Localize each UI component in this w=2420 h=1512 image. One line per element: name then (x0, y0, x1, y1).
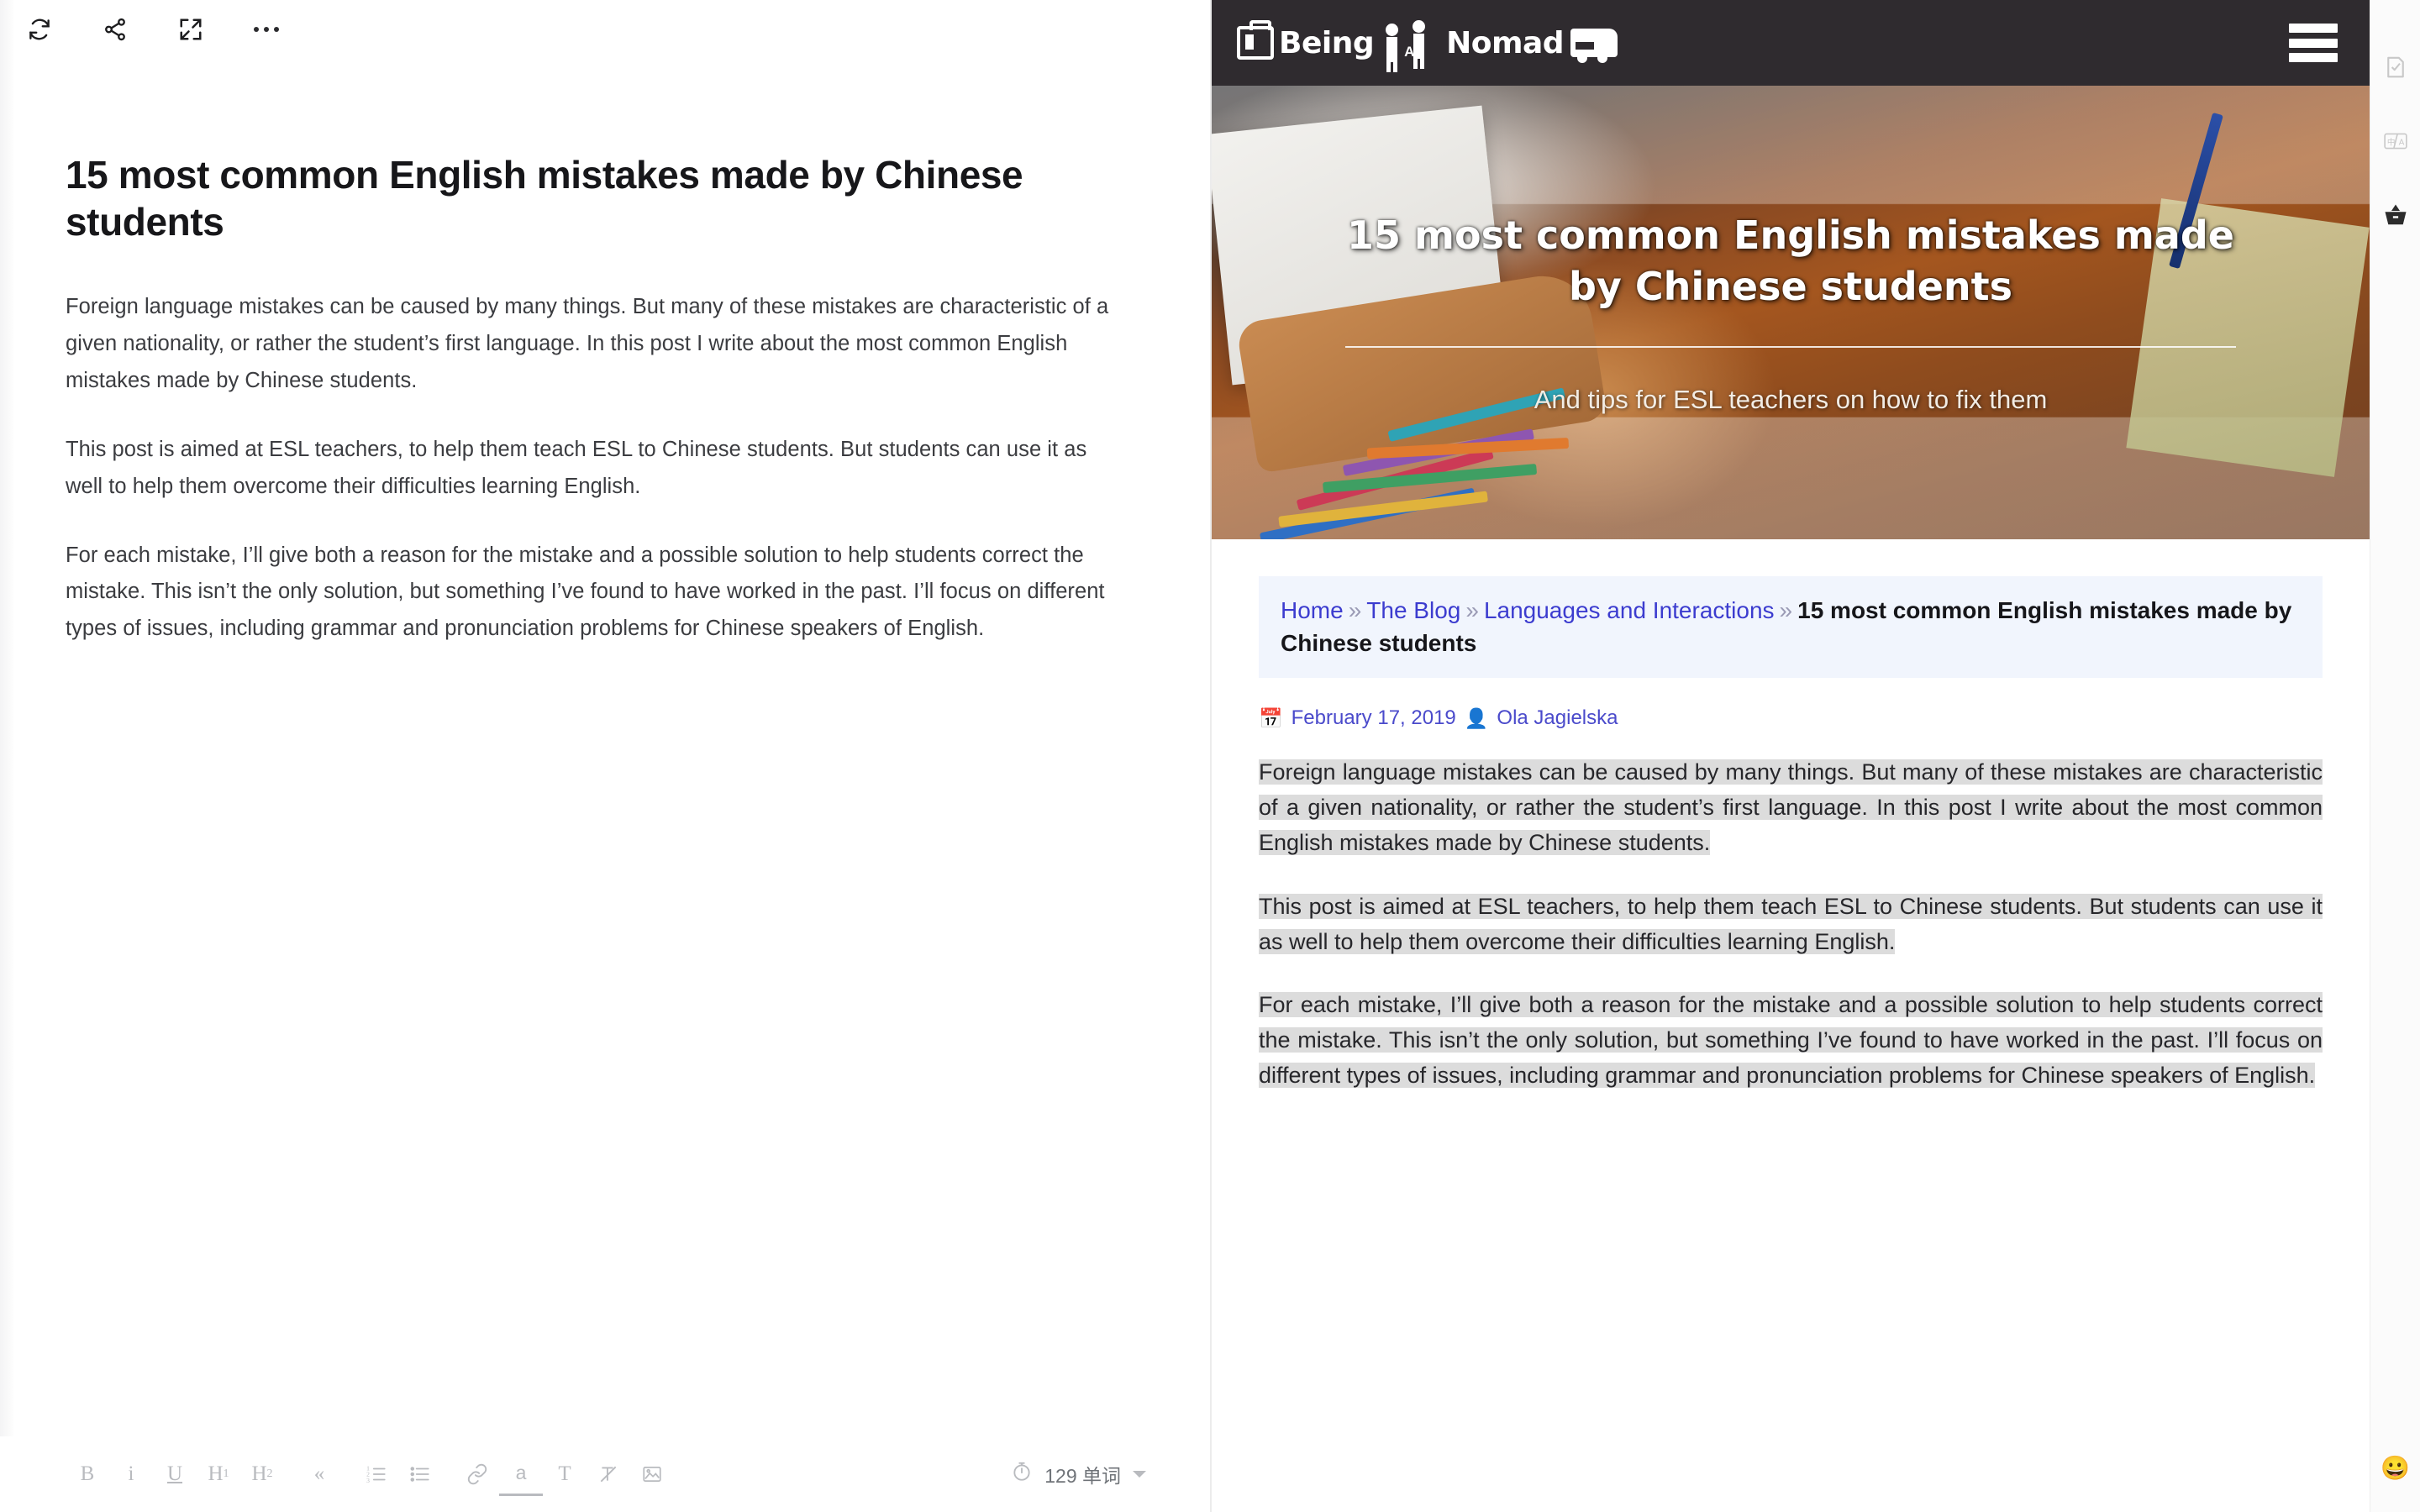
document-check-icon[interactable] (2377, 49, 2414, 86)
breadcrumb-item-the-blog[interactable]: The Blog (1366, 597, 1460, 623)
logo-text-being: Being (1279, 25, 1375, 60)
ordered-list-button[interactable]: 1 2 3 (355, 1452, 398, 1496)
bold-button[interactable]: B (66, 1452, 109, 1496)
heading1-button[interactable]: H1 (197, 1452, 240, 1496)
document-paragraph[interactable]: This post is aimed at ESL teachers, to h… (66, 432, 1116, 506)
post-paragraph: Foreign language mistakes can be caused … (1259, 755, 2323, 861)
svg-text:3: 3 (366, 1477, 370, 1484)
breadcrumb-item-languages-and-interactions[interactable]: Languages and Interactions (1484, 597, 1775, 623)
tools-rail: 中 A 😀 (2370, 0, 2420, 1512)
italic-button[interactable]: i (109, 1452, 153, 1496)
word-count-label: 129 单词 (1044, 1465, 1121, 1487)
sync-icon[interactable] (24, 13, 55, 45)
clear-format-button[interactable] (587, 1452, 630, 1496)
svg-text:中: 中 (2386, 137, 2395, 147)
document-paragraph[interactable]: For each mistake, I’ll give both a reaso… (66, 538, 1116, 648)
calendar-icon: 📅 (1259, 706, 1283, 729)
hero-divider (1345, 345, 2236, 348)
editor-document[interactable]: 15 most common English mistakes made by … (0, 59, 1210, 1436)
fullscreen-icon[interactable] (175, 13, 207, 45)
article-body: Home» The Blog» Languages and Interactions… (1212, 539, 2370, 1094)
breadcrumb: Home» The Blog» Languages and Interactions… (1259, 576, 2323, 679)
selected-text: For each mistake, I’ll give both a reaso… (1259, 992, 2323, 1089)
chevron-down-icon[interactable] (1133, 1471, 1146, 1478)
document-paragraph[interactable]: Foreign language mistakes can be caused … (66, 289, 1116, 400)
post-author[interactable]: Ola Jagielska (1497, 706, 1618, 730)
svg-text:A: A (2398, 138, 2404, 147)
editor-format-toolbar: B i U H1 H2 « 1 2 3 a T 129 单词 (0, 1436, 1210, 1512)
unordered-list-button[interactable] (398, 1452, 442, 1496)
format-button-group: B i U H1 H2 « 1 2 3 a T (66, 1452, 674, 1496)
people-icon: A (1379, 18, 1441, 72)
post-meta: 📅 February 17, 2019 👤 Ola Jagielska (1259, 706, 2323, 730)
breadcrumb-separator: » (1465, 597, 1479, 623)
selected-text: This post is aimed at ESL teachers, to h… (1259, 893, 2323, 954)
more-options-icon[interactable] (250, 13, 282, 45)
logo-letter-a: A (1404, 44, 1415, 60)
site-logo[interactable]: Being A Nomad (1237, 18, 1618, 72)
blockquote-button[interactable]: « (297, 1452, 341, 1496)
web-preview-pane: Being A Nomad 15 most common English mis… (1210, 0, 2370, 1512)
post-paragraph: This post is aimed at ESL teachers, to h… (1259, 890, 2323, 960)
hero-subtitle: And tips for ESL teachers on how to fix … (1534, 384, 2048, 414)
share-icon[interactable] (99, 13, 131, 45)
breadcrumb-separator: » (1348, 597, 1362, 623)
highlight-button[interactable]: a (499, 1452, 543, 1496)
editor-pane: 15 most common English mistakes made by … (0, 0, 1210, 1512)
timer-icon (1011, 1461, 1033, 1488)
camper-van-icon (1570, 29, 1618, 63)
toolbox-icon[interactable] (2377, 197, 2414, 234)
post-date[interactable]: February 17, 2019 (1292, 706, 1456, 730)
selected-text: Foreign language mistakes can be caused … (1259, 759, 2323, 855)
hero-title: 15 most common English mistakes made by … (1347, 213, 2234, 309)
document-title[interactable]: 15 most common English mistakes made by … (66, 151, 1099, 245)
post-paragraph: For each mistake, I’ll give both a reaso… (1259, 988, 2323, 1094)
translate-icon[interactable]: 中 A (2377, 123, 2414, 160)
editor-top-toolbar (0, 0, 1210, 59)
breadcrumb-item-home[interactable]: Home (1281, 597, 1344, 623)
word-count-control[interactable]: 129 单词 (1011, 1460, 1176, 1488)
user-icon: 👤 (1464, 706, 1489, 729)
emoji-face-icon[interactable]: 😀 (2381, 1454, 2410, 1482)
app-root: 15 most common English mistakes made by … (0, 0, 2420, 1512)
hero-overlay: 15 most common English mistakes made by … (1212, 86, 2370, 539)
underline-button[interactable]: U (153, 1452, 197, 1496)
text-color-button[interactable]: T (543, 1452, 587, 1496)
insert-image-button[interactable] (630, 1452, 674, 1496)
logo-text-nomad: Nomad (1446, 25, 1565, 60)
hamburger-menu-icon[interactable] (2289, 24, 2338, 62)
link-button[interactable] (455, 1452, 499, 1496)
suitcase-icon (1237, 20, 1274, 60)
hero-banner: 15 most common English mistakes made by … (1212, 86, 2370, 539)
breadcrumb-separator: » (1779, 597, 1793, 623)
heading2-button[interactable]: H2 (240, 1452, 284, 1496)
site-header: Being A Nomad (1212, 0, 2370, 86)
